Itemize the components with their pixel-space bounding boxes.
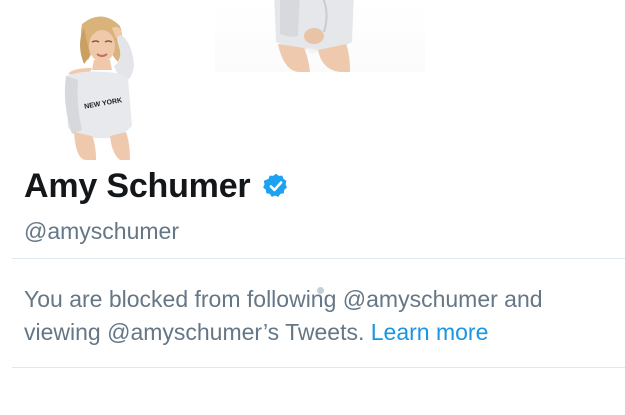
profile-name-row: Amy Schumer [24,166,290,206]
profile-handle: @amyschumer [24,218,179,244]
profile-display-name: Amy Schumer [24,167,251,205]
profile-avatar[interactable]: NEW YORK [62,14,142,160]
banner-photo [274,0,354,72]
profile-page: NEW YORK Amy Schumer @amyschumer You are… [0,0,625,415]
divider [12,367,625,368]
loading-indicator-icon [317,287,324,294]
learn-more-link[interactable]: Learn more [371,319,489,345]
header-banner-image[interactable] [215,0,425,72]
verified-badge-icon [262,172,290,200]
avatar-photo: NEW YORK [64,16,134,160]
divider [12,258,625,259]
